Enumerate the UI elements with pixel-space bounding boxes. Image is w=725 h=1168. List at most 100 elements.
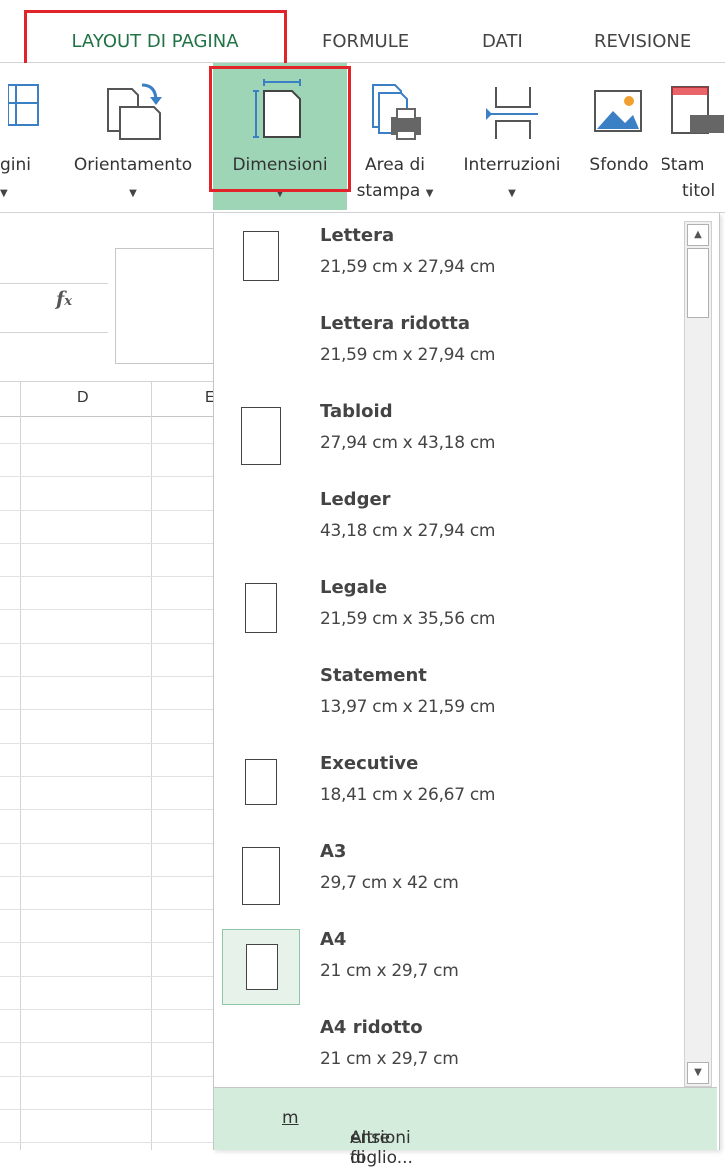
paper-size-dimensions: 13,97 cm x 21,59 cm [320,697,496,717]
grid-line-d [151,382,152,1150]
page-icon-frame [222,573,300,649]
page-shape-icon [245,583,277,633]
scroll-down-button[interactable]: ▼ [687,1062,709,1084]
page-shape-icon [242,847,280,905]
orientation-button[interactable]: Orientamento ▼ [57,63,209,210]
breaks-button[interactable]: Interruzioni ▼ [447,63,577,210]
margins-caret: ▼ [0,188,8,199]
orientation-caret: ▼ [129,188,137,199]
insert-function-icon[interactable]: fx [56,288,72,310]
column-headers: D E [0,381,216,417]
paper-size-dimensions: 29,7 cm x 42 cm [320,873,459,893]
background-label: Sfondo [589,155,649,175]
namebox-handle[interactable] [6,300,8,316]
grid-row-line [0,976,213,977]
paper-size-dimensions: 21,59 cm x 27,94 cm [320,345,496,365]
grid-row-line [0,609,213,610]
paper-size-name: A3 [320,841,347,862]
paper-size-dimensions: 21 cm x 29,7 cm [320,961,459,981]
grid-row-line [0,676,213,677]
breaks-label: Interruzioni [463,155,561,175]
formula-input[interactable] [115,248,213,364]
grid-row-line [0,942,213,943]
column-header-d[interactable]: D [77,389,89,407]
paper-size-item[interactable]: Lettera ridotta 21,59 cm x 27,94 cm [214,309,684,397]
grid-row-line [0,843,213,844]
paper-size-item[interactable]: Statement 13,97 cm x 21,59 cm [214,661,684,749]
page-shape-icon [245,759,277,805]
print-area-label-1: Area di [364,155,426,175]
paper-size-dimensions: 18,41 cm x 26,67 cm [320,785,496,805]
grid-row-line [0,476,213,477]
page-shape-icon [241,407,281,465]
breaks-caret: ▼ [508,188,516,199]
print-titles-label-2: titol [682,181,716,201]
scroll-thumb[interactable] [687,248,709,318]
highlight-box-tab [24,10,287,67]
grid-line-c [20,382,21,1150]
page-icon-frame [222,837,300,913]
paper-size-name: Lettera [320,225,395,246]
more-paper-sizes-label: Altre di m ensioni foglio... [282,1108,413,1168]
grid-row-line [0,1142,213,1143]
tab-dati[interactable]: DATI [482,22,523,62]
margins-icon [8,84,39,126]
scroll-up-button[interactable]: ▲ [687,224,709,246]
paper-size-item[interactable]: Executive 18,41 cm x 26,67 cm [214,749,684,837]
page-icon-frame [222,749,300,825]
paper-size-dimensions: 21,59 cm x 27,94 cm [320,257,496,277]
paper-size-name: Legale [320,577,388,598]
print-titles-icon [671,86,724,134]
background-image-icon [594,90,642,132]
paper-size-item[interactable]: Tabloid 27,94 cm x 43,18 cm [214,397,684,485]
grid-row-line [0,1109,213,1110]
paper-size-name: A4 ridotto [320,1017,423,1038]
page-shape-icon [246,944,278,990]
paper-size-name: Tabloid [320,401,393,422]
orientation-icon [107,83,162,140]
grid-row-line [0,576,213,577]
paper-size-name: Ledger [320,489,391,510]
print-titles-button[interactable]: Stam titol [662,63,725,210]
ribbon-page-setup: gini ▼ Orientamento ▼ Dimensioni ▼ Area … [0,63,725,213]
highlight-box-size [209,66,351,192]
grid-row-line [0,543,213,544]
paper-size-name: A4 [320,929,347,950]
grid-row-line [0,1042,213,1043]
page-icon-frame [222,397,300,473]
grid-row-line [0,510,213,511]
paper-size-item[interactable]: Legale 21,59 cm x 35,56 cm [214,573,684,661]
grid-row-line [0,1009,213,1010]
grid-row-line [0,809,213,810]
paper-size-dimensions: 27,94 cm x 43,18 cm [320,433,496,453]
print-titles-label-1: Stam [662,155,705,175]
paper-size-name: Executive [320,753,419,774]
page-shape-icon [243,231,279,281]
paper-size-item[interactable]: Ledger 43,18 cm x 27,94 cm [214,485,684,573]
grid-row-line [0,776,213,777]
print-area-icon [372,84,421,140]
more-paper-sizes-button[interactable]: Altre di m ensioni foglio... [214,1087,717,1168]
grid-row-line [0,1076,213,1077]
orientation-label: Orientamento [73,155,193,175]
paper-size-name: Statement [320,665,427,686]
page-icon-frame [222,929,300,1005]
tab-formule[interactable]: FORMULE [322,22,409,62]
grid-row-line [0,909,213,910]
paper-size-dimensions: 21,59 cm x 35,56 cm [320,609,496,629]
tab-revisione[interactable]: REVISIONE [594,22,691,62]
margins-button[interactable]: gini ▼ [0,63,56,210]
formula-bar-left [0,283,108,333]
print-area-button[interactable]: Area di stampa ▼ [350,63,440,210]
grid-row-line [0,743,213,744]
paper-size-item[interactable]: A3 29,7 cm x 42 cm [214,837,684,925]
paper-size-item[interactable]: A4 21 cm x 29,7 cm [214,925,684,1013]
print-area-label-2: stampa ▼ [356,181,434,201]
grid-row-line [0,643,213,644]
paper-size-item[interactable]: Lettera 21,59 cm x 27,94 cm [214,221,684,309]
dropdown-scrollbar[interactable]: ▲ ▼ [684,221,712,1087]
page-icon-frame [222,221,300,297]
background-button[interactable]: Sfondo [578,63,660,210]
paper-size-dimensions: 21 cm x 29,7 cm [320,1049,459,1069]
grid-row-line [0,709,213,710]
